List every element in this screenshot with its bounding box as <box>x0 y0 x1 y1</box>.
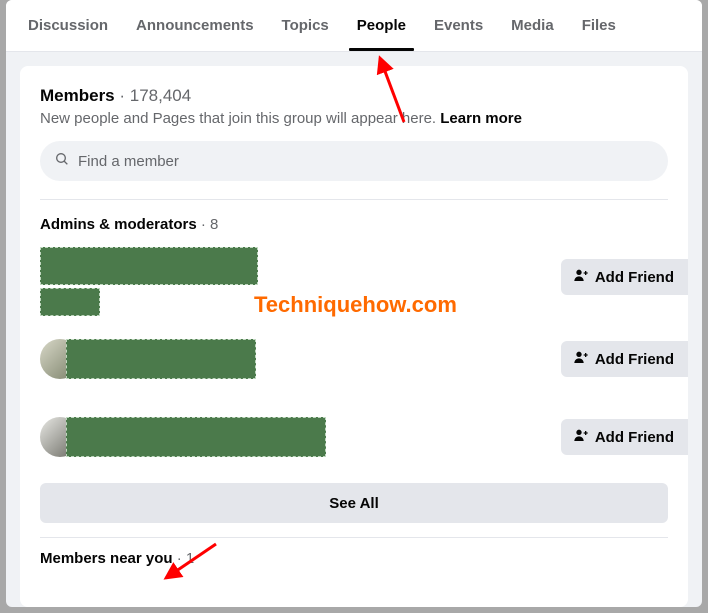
members-subtitle: New people and Pages that join this grou… <box>40 110 668 127</box>
admins-heading: Admins & moderators · 8 <box>40 216 668 233</box>
add-friend-button[interactable]: Add Friend <box>561 259 688 295</box>
tab-label: Discussion <box>28 17 108 34</box>
redacted-block <box>40 247 258 285</box>
tab-files[interactable]: Files <box>568 0 630 51</box>
tab-discussion[interactable]: Discussion <box>14 0 122 51</box>
redacted-block <box>66 339 256 379</box>
tab-media[interactable]: Media <box>497 0 568 51</box>
app-window: Discussion Announcements Topics People E… <box>6 0 702 607</box>
tab-events[interactable]: Events <box>420 0 497 51</box>
divider <box>40 199 668 200</box>
tab-label: Files <box>582 17 616 34</box>
members-count: · 178,404 <box>119 86 191 105</box>
add-friend-icon <box>573 267 589 287</box>
add-friend-label: Add Friend <box>595 429 674 446</box>
tab-label: People <box>357 17 406 34</box>
add-friend-icon <box>573 427 589 447</box>
tab-label: Topics <box>282 17 329 34</box>
search-icon <box>54 151 70 172</box>
admin-row: Add Friend <box>40 247 668 317</box>
divider <box>40 537 668 538</box>
member-search[interactable] <box>40 141 668 181</box>
tab-topics[interactable]: Topics <box>268 0 343 51</box>
redacted-block <box>40 288 100 316</box>
members-card: Members · 178,404 New people and Pages t… <box>20 66 688 607</box>
search-input[interactable] <box>78 153 654 170</box>
admin-row: Add Friend <box>40 409 668 465</box>
add-friend-label: Add Friend <box>595 269 674 286</box>
members-heading: Members · 178,404 <box>40 86 668 106</box>
tab-people[interactable]: People <box>343 0 420 51</box>
members-title: Members <box>40 86 115 105</box>
add-friend-icon <box>573 349 589 369</box>
tab-label: Announcements <box>136 17 254 34</box>
see-all-button[interactable]: See All <box>40 483 668 523</box>
tab-announcements[interactable]: Announcements <box>122 0 268 51</box>
redacted-block <box>66 417 326 457</box>
admin-row: Add Friend <box>40 331 668 387</box>
learn-more-link[interactable]: Learn more <box>440 110 522 127</box>
add-friend-label: Add Friend <box>595 351 674 368</box>
tab-label: Media <box>511 17 554 34</box>
near-you-heading: Members near you · 1 <box>40 550 668 567</box>
add-friend-button[interactable]: Add Friend <box>561 341 688 377</box>
tab-label: Events <box>434 17 483 34</box>
group-tabs: Discussion Announcements Topics People E… <box>6 0 702 52</box>
add-friend-button[interactable]: Add Friend <box>561 419 688 455</box>
content-area: Members · 178,404 New people and Pages t… <box>6 52 702 607</box>
